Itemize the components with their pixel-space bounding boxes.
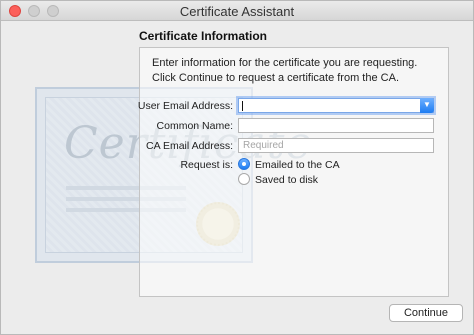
saved-to-disk-radio[interactable]: [238, 173, 250, 185]
ca-email-label: CA Email Address:: [146, 140, 233, 152]
page-title: Certificate Information: [139, 29, 268, 43]
text-cursor: [242, 101, 243, 111]
common-name-label: Common Name:: [156, 120, 233, 132]
emailed-to-ca-radio[interactable]: [238, 158, 250, 170]
title-bar: Certificate Assistant: [1, 1, 473, 21]
common-name-field[interactable]: [238, 118, 434, 133]
request-is-label: Request is:: [180, 159, 233, 171]
intro-text: Enter information for the certificate yo…: [152, 57, 418, 84]
certificate-assistant-window: Certificate Assistant Certificate Certif…: [0, 0, 474, 335]
window-title: Certificate Assistant: [179, 4, 295, 19]
user-email-dropdown-button[interactable]: ▼: [420, 98, 434, 113]
ca-email-field[interactable]: Required: [238, 138, 434, 153]
emailed-to-ca-label[interactable]: Emailed to the CA: [255, 159, 340, 171]
user-email-label: User Email Address:: [137, 100, 233, 112]
certificate-form-panel: Enter information for the certificate yo…: [137, 47, 449, 297]
saved-to-disk-label[interactable]: Saved to disk: [255, 174, 318, 186]
user-email-field[interactable]: ▼: [238, 98, 434, 113]
chevron-down-icon: ▼: [423, 100, 431, 109]
continue-button[interactable]: Continue: [389, 304, 463, 322]
